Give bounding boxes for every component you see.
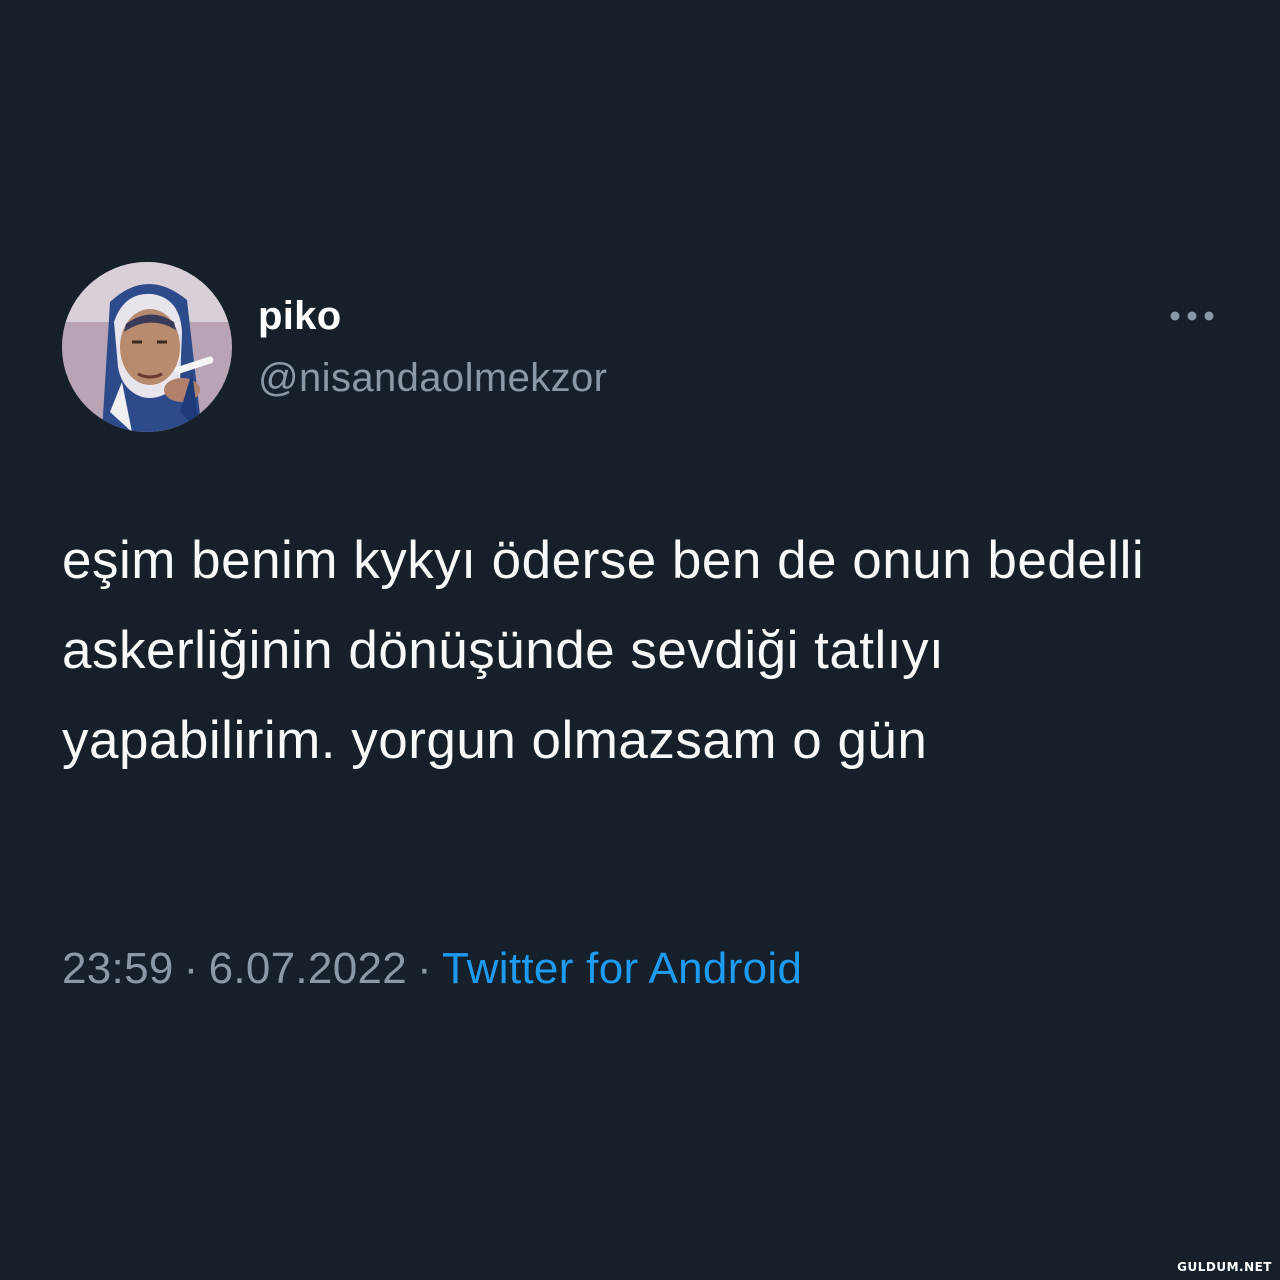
display-name[interactable]: piko	[258, 294, 341, 339]
tweet-text: eşim benim kykyı öderse ben de onun bede…	[62, 531, 1145, 770]
meta-separator: ·	[417, 944, 432, 993]
more-options-button[interactable]	[1164, 300, 1220, 332]
user-handle[interactable]: @nisandaolmekzor	[258, 356, 607, 401]
more-horizontal-icon	[1170, 311, 1214, 321]
meta-separator: ·	[183, 944, 199, 993]
watermark: GULDUM.NET	[1177, 1260, 1272, 1274]
tweet-meta: 23:59 · 6.07.2022 · Twitter for Android	[62, 944, 802, 994]
tweet-card: piko @nisandaolmekzor eşim benim kykyı ö…	[0, 0, 1280, 1280]
tweet-date[interactable]: 6.07.2022	[209, 944, 407, 993]
tweet-time[interactable]: 23:59	[62, 944, 174, 993]
avatar[interactable]	[62, 262, 232, 432]
avatar-photo	[62, 262, 232, 432]
tweet-source-link[interactable]: Twitter for Android	[442, 944, 802, 993]
